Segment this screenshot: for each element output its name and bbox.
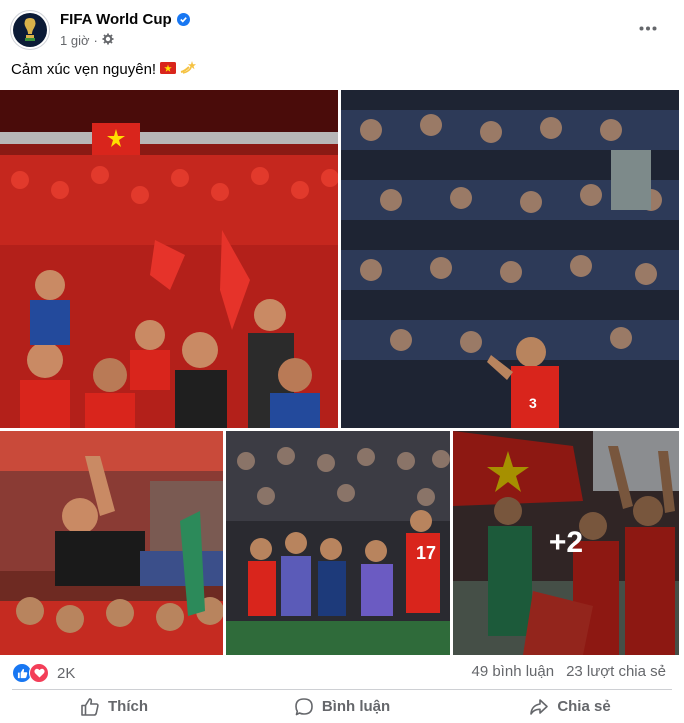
reaction-count[interactable]: 2K (57, 665, 75, 682)
meta-separator: · (93, 33, 98, 48)
gear-icon (102, 33, 114, 48)
share-button[interactable]: Chia sẻ (456, 690, 684, 723)
caption-text: Cảm xúc vẹn nguyên! (11, 60, 157, 78)
share-arrow-icon (530, 698, 549, 715)
dizzy-emoji (180, 60, 197, 78)
author-name[interactable]: FIFA World Cup (60, 11, 172, 28)
page-avatar[interactable] (10, 10, 50, 50)
photo-5-more-photos[interactable]: +2 (453, 431, 679, 655)
comment-label: Bình luận (321, 698, 391, 715)
shares-count[interactable]: 23 lượt chia sẻ (566, 663, 666, 680)
thumbs-up-icon (81, 697, 99, 716)
action-bar: Thích Bình luận Chia sẻ (0, 690, 684, 723)
vietnam-flag-emoji (160, 61, 177, 78)
more-options-button[interactable] (636, 16, 660, 40)
more-photos-count: +2 (548, 526, 584, 559)
like-label: Thích (108, 698, 148, 715)
photo-1-fans-crowd[interactable] (0, 90, 338, 428)
engagement-stats: 49 bình luận 23 lượt chia sẻ (471, 663, 666, 680)
post-meta: 1 giờ · (60, 33, 114, 48)
svg-text:3: 3 (529, 395, 537, 411)
more-photos-overlay[interactable]: +2 (453, 431, 679, 655)
comments-count[interactable]: 49 bình luận (471, 663, 554, 680)
comment-button[interactable]: Bình luận (228, 690, 456, 723)
share-label: Chia sẻ (557, 698, 611, 715)
verified-badge-icon (176, 13, 190, 26)
photo-3-coach-tossed[interactable] (0, 431, 223, 655)
photo-4-players-walking[interactable]: 17 (226, 431, 450, 655)
more-dots-icon (639, 26, 657, 30)
like-button[interactable]: Thích (0, 690, 228, 723)
post-caption: Cảm xúc vẹn nguyên! (11, 60, 197, 78)
svg-text:17: 17 (416, 543, 436, 563)
reactions-summary[interactable]: 2K (12, 663, 75, 683)
post-time[interactable]: 1 giờ (60, 33, 90, 48)
world-cup-trophy-logo (13, 13, 47, 47)
comment-bubble-icon (295, 697, 313, 715)
page-name[interactable]: FIFA World Cup (60, 11, 190, 28)
photo-2-player-celebrating[interactable]: 3 (341, 90, 679, 428)
love-reaction-icon (29, 663, 49, 683)
facebook-post: FIFA World Cup 1 giờ · Cảm xúc vẹn nguyê… (0, 0, 684, 723)
